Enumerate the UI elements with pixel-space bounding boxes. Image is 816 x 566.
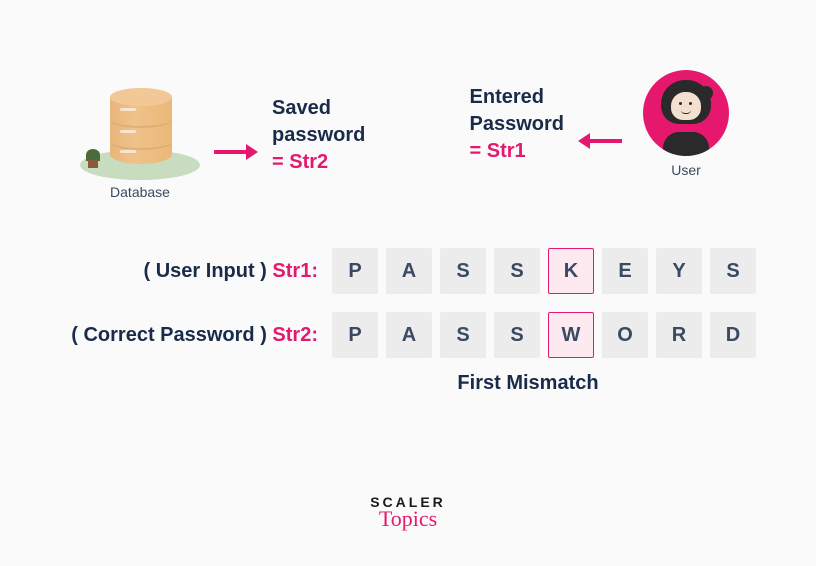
saved-line1: Saved xyxy=(272,95,365,122)
cells-input: PASSKEYS xyxy=(332,248,756,294)
char-cell: O xyxy=(602,312,648,358)
arrow-right-icon xyxy=(214,145,258,159)
brand-logo: SCALER Topics xyxy=(0,494,816,532)
char-cell: A xyxy=(386,312,432,358)
char-cell: P xyxy=(332,312,378,358)
brand-line2: Topics xyxy=(0,506,816,532)
char-cell: E xyxy=(602,248,648,294)
char-cell: Y xyxy=(656,248,702,294)
user-visual: User xyxy=(636,70,736,178)
row-input-label: ( User Input ) Str1: xyxy=(144,260,318,283)
char-cell: W xyxy=(548,312,594,358)
entered-line2: Password xyxy=(470,111,564,138)
user-label: User xyxy=(636,162,736,178)
database-visual: Database xyxy=(80,70,200,200)
entered-line1: Entered xyxy=(470,84,564,111)
database-icon xyxy=(110,88,172,172)
cells-correct: PASSWORD xyxy=(332,312,756,358)
char-cell: S xyxy=(710,248,756,294)
row-correct-label: ( Correct Password ) Str2: xyxy=(71,324,318,347)
row-user-input: ( User Input ) Str1: PASSKEYS xyxy=(0,248,756,294)
char-cell: D xyxy=(710,312,756,358)
char-cell: A xyxy=(386,248,432,294)
plant-icon xyxy=(86,148,100,168)
char-cell: S xyxy=(440,248,486,294)
row-correct: ( Correct Password ) Str2: PASSWORD xyxy=(0,312,756,358)
char-cell: S xyxy=(440,312,486,358)
comparison-section: ( User Input ) Str1: PASSKEYS ( Correct … xyxy=(0,248,816,395)
user-group: Entered Password = Str1 User xyxy=(470,70,736,178)
database-label: Database xyxy=(80,184,200,200)
mismatch-label: First Mismatch xyxy=(300,372,756,395)
arrow-left-icon xyxy=(578,134,622,148)
saved-eq: = Str2 xyxy=(272,149,365,176)
entered-eq: = Str1 xyxy=(470,138,564,165)
top-row: Database Saved password = Str2 Entered P… xyxy=(0,0,816,200)
user-avatar-icon xyxy=(643,70,729,156)
saved-password-text: Saved password = Str2 xyxy=(272,95,365,176)
database-group: Database Saved password = Str2 xyxy=(80,70,365,200)
char-cell: P xyxy=(332,248,378,294)
saved-line2: password xyxy=(272,122,365,149)
char-cell: R xyxy=(656,312,702,358)
entered-password-text: Entered Password = Str1 xyxy=(470,84,564,165)
char-cell: S xyxy=(494,248,540,294)
char-cell: S xyxy=(494,312,540,358)
char-cell: K xyxy=(548,248,594,294)
